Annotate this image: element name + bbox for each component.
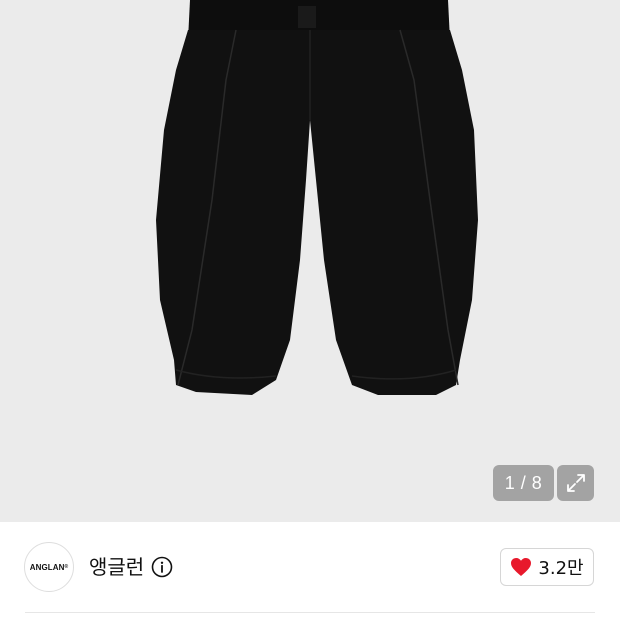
brand-logo-mark: ® [64, 564, 69, 570]
like-button[interactable]: 3.2만 [500, 548, 594, 586]
expand-icon [566, 474, 585, 492]
brand-logo-text: ANGLAN [29, 562, 65, 572]
heart-icon [511, 558, 532, 576]
brand-name[interactable]: 앵글런 [89, 553, 144, 581]
brand-row: ANGLAN ® 앵글런 3.2만 [0, 522, 620, 612]
info-icon[interactable] [151, 556, 173, 578]
brand-logo[interactable]: ANGLAN ® [24, 542, 74, 592]
product-image-gallery[interactable]: 1 / 8 [0, 0, 620, 522]
product-image [156, 0, 478, 395]
divider [25, 612, 595, 613]
image-counter: 1 / 8 [493, 465, 554, 501]
like-count: 3.2만 [538, 558, 584, 579]
expand-button[interactable] [557, 465, 594, 501]
